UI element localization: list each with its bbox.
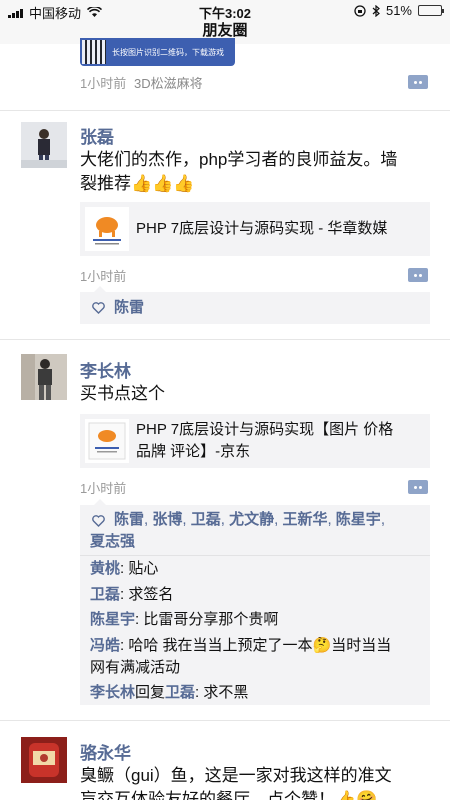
book-cover-thumbnail [85,419,129,463]
like-name[interactable]: 卫磊 [191,511,221,528]
battery-icon [418,5,444,16]
likes-comments-box: 陈雷, 张博, 卫磊, 尤文静, 王新华, 陈星宇, 夏志强 黄桃: 贴心 卫磊… [80,499,430,705]
post-text: 买书点这个 [80,384,165,403]
ad-caption: 长按图片识别二维码，下载游戏 [112,48,224,57]
post-divider [0,110,450,111]
poster-name[interactable]: 骆永华 [80,739,131,764]
comment-reply[interactable]: 李长林回复卫磊: 求不黑 [90,682,422,704]
qr-code-icon [82,40,106,64]
comment-text: 比雷哥分享那个贵啊 [143,611,279,628]
like-name[interactable]: 夏志强 [90,533,135,550]
poster-name[interactable]: 张磊 [80,123,114,148]
commenter-name[interactable]: 陈星宇 [90,611,135,628]
comment[interactable]: 卫磊: 求签名 [90,584,422,606]
reply-target-name[interactable]: 卫磊 [165,684,195,701]
post-divider [0,720,450,721]
link-card[interactable]: PHP 7底层设计与源码实现【图片 价格 品牌 评论】-京东 [80,414,430,468]
comment-menu-button[interactable] [408,75,428,89]
comment[interactable]: 黄桃: 贴心 [90,558,422,580]
reply-word: 回复 [135,684,166,701]
comment-text: 哈哈 我在当当上预定了一本🤔当时当当 [128,637,392,654]
heart-icon [92,515,105,527]
comment-menu-button[interactable] [408,268,428,282]
commenter-name[interactable]: 冯皓 [90,637,120,654]
avatar[interactable] [21,737,67,783]
bluetooth-icon [372,4,380,17]
link-card[interactable]: PHP 7底层设计与源码实现 - 华章数媒 [80,202,430,256]
link-title-line: PHP 7底层设计与源码实现【图片 价格 [136,421,394,438]
rotation-lock-icon [354,4,366,17]
post-text-line: 臭鳜（gui）鱼，这是一家对我这样的准文 [80,766,392,785]
post-divider [0,339,450,340]
comment-menu-button[interactable] [408,480,428,494]
post-time: 1小时前 [80,481,127,496]
likes-list: 陈雷, 张博, 卫磊, 尤文静, 王新华, 陈星宇, [114,511,385,528]
likes-list-continued: 夏志强 [90,531,135,553]
ad-image[interactable]: 长按图片识别二维码，下载游戏 [80,38,235,66]
post-time: 1小时前 [80,269,127,284]
commenter-name[interactable]: 黄桃 [90,560,120,577]
commenter-name[interactable]: 李长林 [90,684,135,701]
like-name[interactable]: 尤文静 [229,511,274,528]
comment-text: 求签名 [128,586,174,603]
poster-name[interactable]: 李长林 [80,357,131,382]
like-name[interactable]: 陈星宇 [336,511,381,528]
avatar[interactable] [21,354,67,400]
comment[interactable]: 陈星宇: 比雷哥分享那个贵啊 [90,609,422,631]
status-bar: 中国移动 下午3:02 51% [0,0,450,22]
avatar[interactable] [21,122,67,168]
comment-text: 求不黑 [203,684,249,701]
heart-icon [92,302,105,314]
comment[interactable]: 冯皓: 哈哈 我在当当上预定了一本🤔当时当当 [90,635,422,657]
commenter-name[interactable]: 卫磊 [90,586,120,603]
like-name[interactable]: 张博 [152,511,182,528]
likes-divider [80,555,430,556]
like-name[interactable]: 陈雷 [114,297,144,319]
post-text-line: 裂推荐👍👍👍 [80,174,195,193]
likes-box: 陈雷 [80,286,430,324]
like-name[interactable]: 王新华 [282,511,327,528]
post-text-line: 盲交互体验友好的餐厅，点个赞！👍🤗 [80,790,378,800]
comment-continued: 网有满减活动 [90,659,181,676]
comment-text: 贴心 [128,560,159,577]
link-title: PHP 7底层设计与源码实现 - 华章数媒 [136,220,388,237]
post-source[interactable]: 3D松滋麻将 [134,73,203,92]
post-text-line: 大佬们的杰作，php学习者的良师益友。墙 [80,150,398,169]
book-cover-thumbnail [85,207,129,251]
like-name[interactable]: 陈雷 [114,511,144,528]
battery-percent: 51% [385,3,412,18]
link-title-line: 品牌 评论】-京东 [136,443,251,460]
post-time: 1小时前 [80,76,127,91]
